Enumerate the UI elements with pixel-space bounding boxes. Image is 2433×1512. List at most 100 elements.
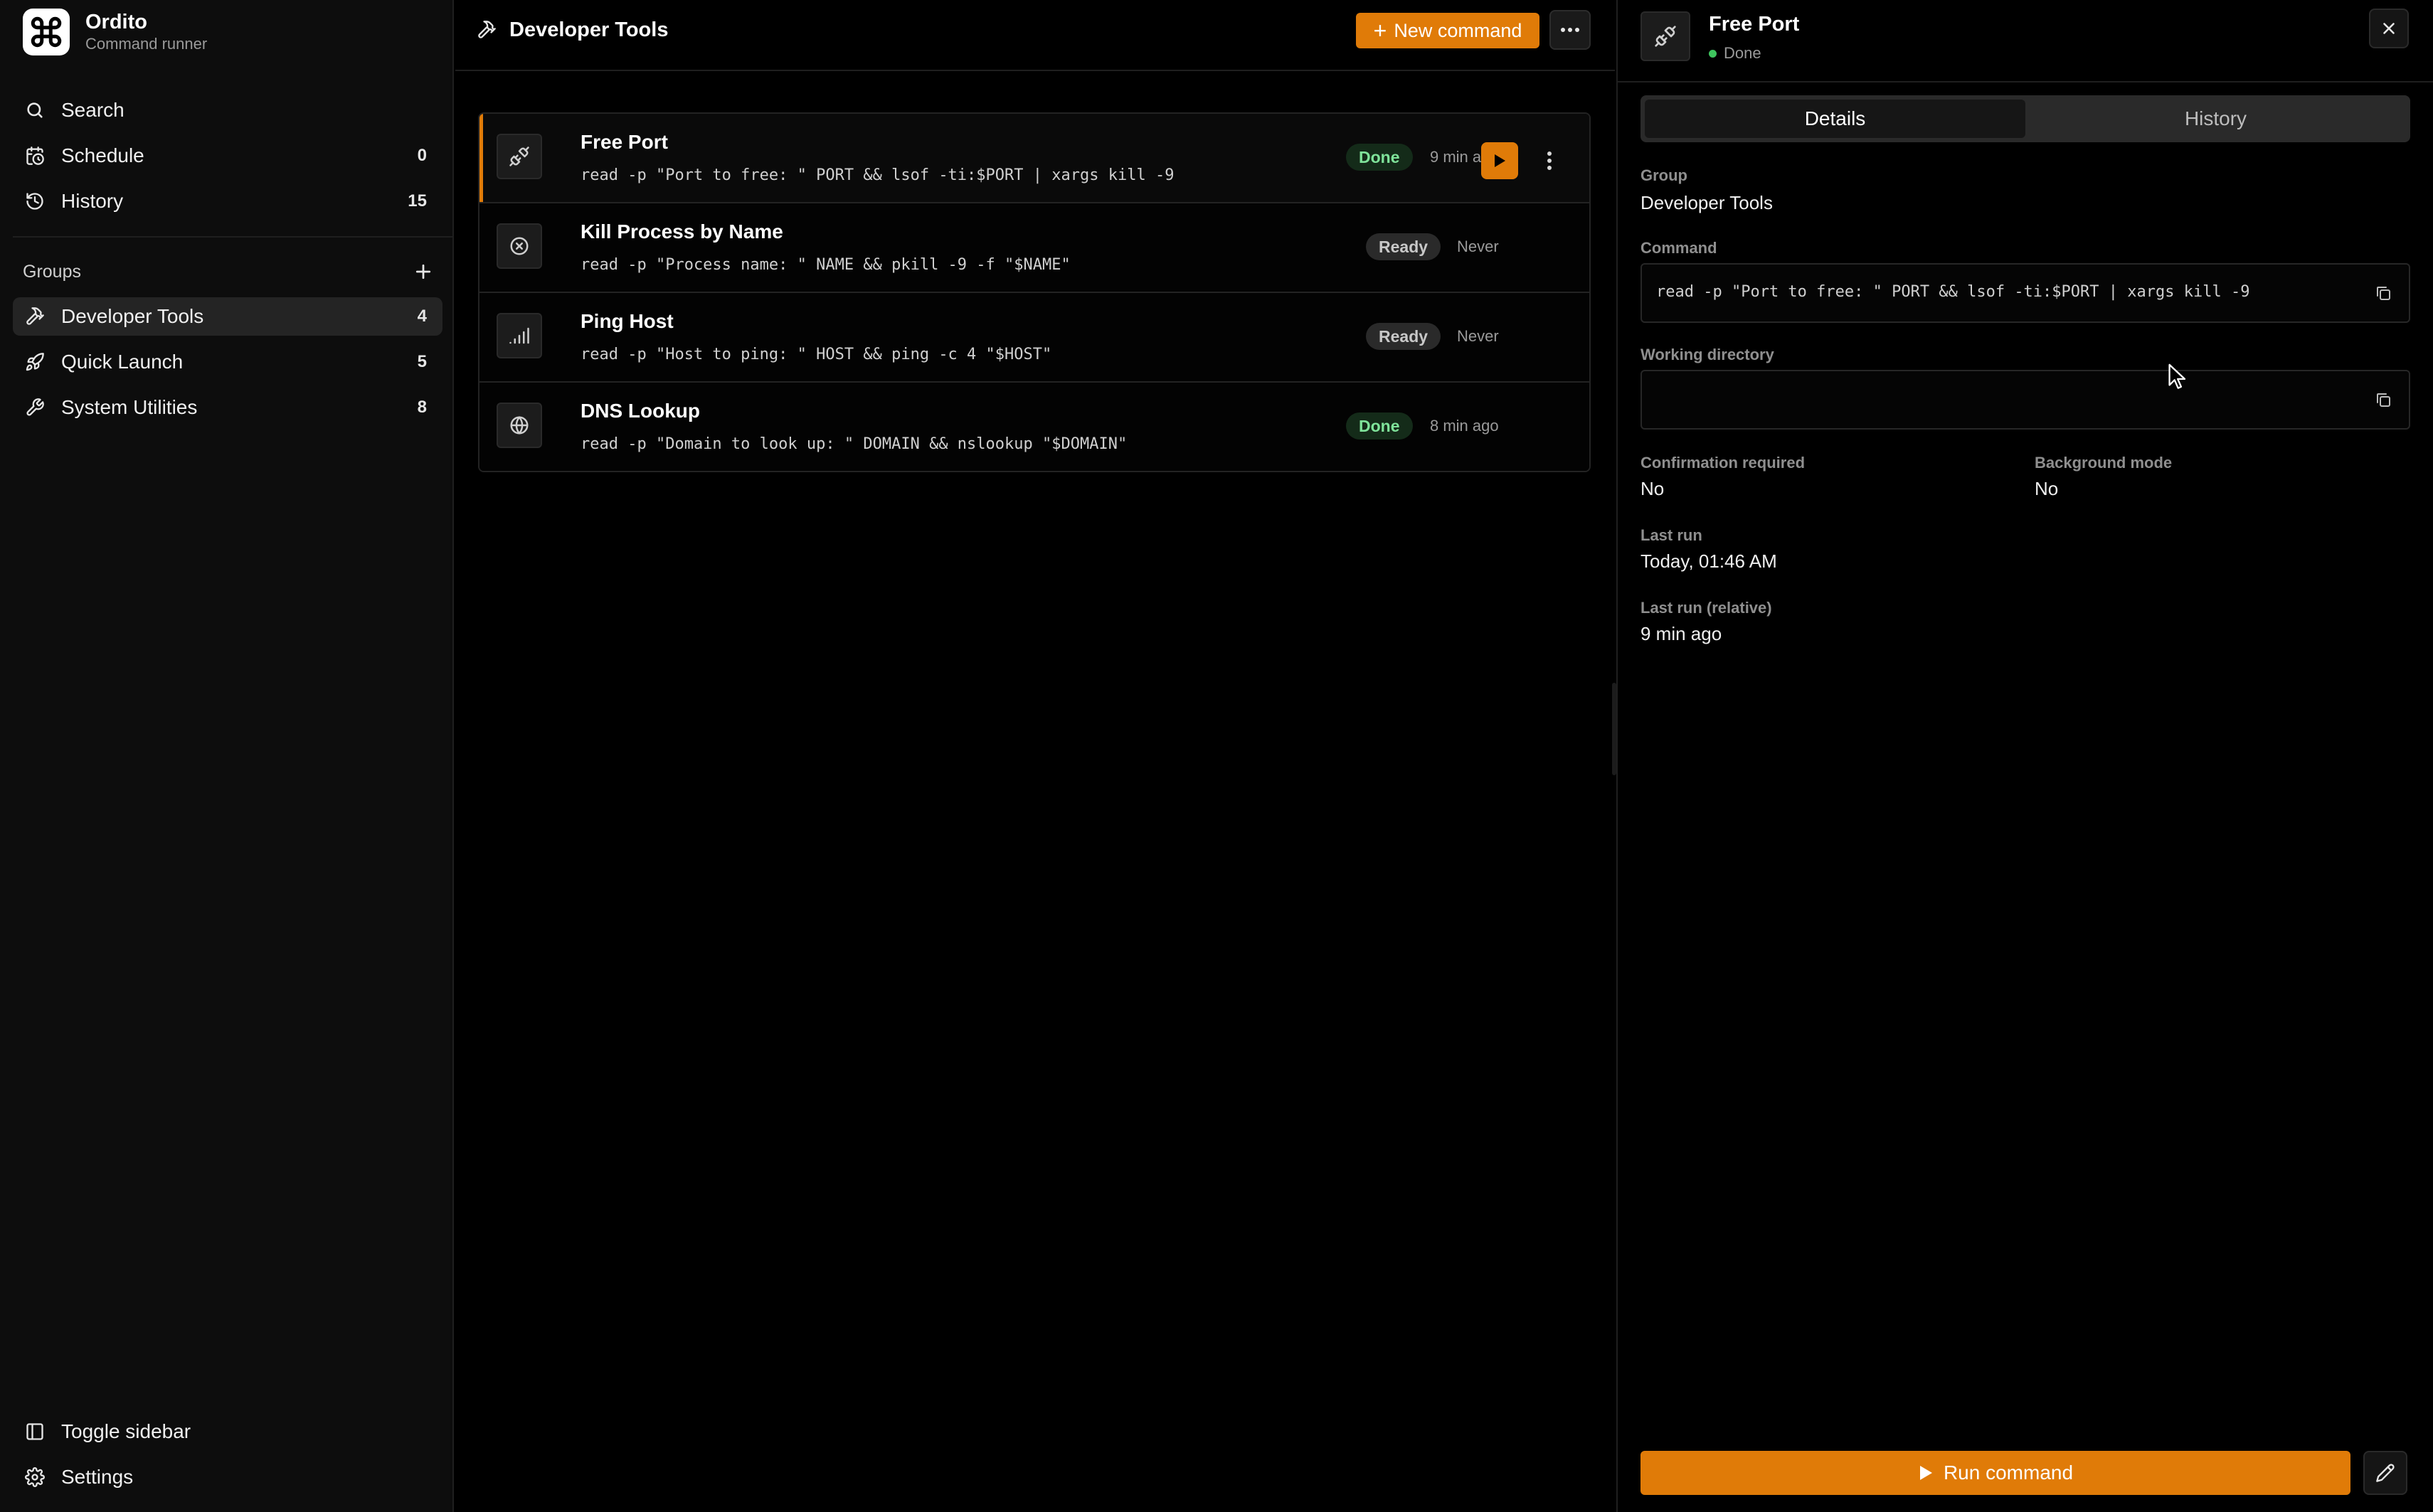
confirm-field-value: No (1640, 478, 1665, 499)
edit-command-button[interactable] (2363, 1451, 2407, 1495)
search-icon (23, 98, 47, 122)
hammer-icon (23, 304, 47, 329)
sidebar-group-developer-tools[interactable]: Developer Tools 4 (13, 297, 442, 336)
detail-title: Free Port (1709, 13, 1800, 36)
run-command-button[interactable]: Run command (1640, 1451, 2350, 1495)
play-icon (1919, 1466, 1932, 1480)
last-run-relative-label: Last run (relative) (1640, 599, 1772, 617)
run-command-button[interactable] (1481, 142, 1518, 179)
command-name: DNS Lookup (581, 400, 700, 422)
brand: Ordito Command runner (23, 9, 207, 55)
main-header: Developer Tools + New command (455, 0, 1615, 71)
last-run-field-value: Today, 01:46 AM (1640, 550, 1777, 572)
more-options-button[interactable] (1549, 10, 1591, 50)
command-text: read -p "Process name: " NAME && pkill -… (581, 256, 1071, 274)
command-menu-button[interactable] (1535, 142, 1564, 179)
new-command-label: New command (1394, 19, 1522, 41)
app-subtitle: Command runner (85, 35, 208, 53)
copy-icon (2377, 393, 2390, 407)
sidebar: Ordito Command runner Search Schedule 0 … (0, 0, 454, 1512)
rocket-icon (23, 350, 47, 374)
command-text: read -p "Port to free: " PORT && lsof -t… (581, 166, 1175, 184)
history-icon (23, 189, 47, 213)
add-group-button[interactable] (413, 261, 434, 282)
ellipsis-icon (1561, 28, 1579, 32)
status-badge: Done (1346, 412, 1413, 440)
group-count: 4 (417, 307, 427, 326)
sidebar-toggle-icon (23, 1420, 47, 1444)
calendar-clock-icon (23, 144, 47, 168)
globe-icon (497, 403, 542, 448)
new-command-button[interactable]: + New command (1356, 13, 1539, 48)
group-field-value: Developer Tools (1640, 192, 1773, 213)
command-field[interactable]: read -p "Port to free: " PORT && lsof -t… (1640, 263, 2410, 323)
command-text: read -p "Domain to look up: " DOMAIN && … (581, 435, 1128, 453)
hammer-icon (477, 20, 497, 40)
detail-status: Done (1709, 44, 1761, 63)
groups-header: Groups (23, 257, 434, 286)
nav-count: 15 (408, 191, 427, 211)
settings-button[interactable]: Settings (13, 1458, 442, 1496)
copy-workdir-button[interactable] (2372, 388, 2395, 411)
mouse-cursor-icon (2168, 363, 2186, 389)
vertical-ellipsis-icon (1547, 151, 1552, 170)
status-dot-icon (1709, 49, 1717, 58)
tab-details[interactable]: Details (1645, 100, 2025, 138)
command-name: Free Port (581, 131, 668, 153)
toggle-sidebar-button[interactable]: Toggle sidebar (13, 1412, 442, 1451)
last-run-relative-value: 9 min ago (1640, 623, 1722, 644)
workdir-field[interactable] (1640, 370, 2410, 430)
confirm-field-label: Confirmation required (1640, 454, 1806, 472)
close-button[interactable] (2369, 9, 2409, 48)
main-panel: Developer Tools + New command Free Port … (455, 0, 1615, 1512)
sidebar-divider (13, 236, 452, 238)
gear-icon (23, 1465, 47, 1489)
command-text: read -p "Host to ping: " HOST && ping -c… (581, 346, 1052, 363)
command-name: Ping Host (581, 310, 674, 332)
groups-label: Groups (23, 261, 81, 282)
plug-icon (497, 134, 542, 179)
command-row-ping-host[interactable]: Ping Host read -p "Host to ping: " HOST … (479, 293, 1589, 383)
command-name: Kill Process by Name (581, 220, 783, 243)
sidebar-group-quick-launch[interactable]: Quick Launch 5 (13, 343, 442, 381)
last-run-time: 8 min ago (1430, 417, 1499, 435)
signal-icon (497, 313, 542, 358)
sidebar-group-system-utilities[interactable]: System Utilities 8 (13, 388, 442, 427)
status-badge: Ready (1366, 233, 1441, 260)
command-row-kill-process[interactable]: Kill Process by Name read -p "Process na… (479, 203, 1589, 293)
copy-command-button[interactable] (2372, 282, 2395, 304)
close-icon (2383, 23, 2395, 34)
group-label: System Utilities (61, 396, 198, 418)
run-command-label: Run command (1943, 1462, 2074, 1484)
group-count: 8 (417, 398, 427, 417)
background-field-label: Background mode (2035, 454, 2173, 472)
plug-icon (1640, 11, 1690, 61)
app-logo-icon (23, 9, 70, 55)
nav-label: History (61, 190, 124, 212)
nav-label: Schedule (61, 144, 144, 166)
nav-history[interactable]: History 15 (13, 182, 442, 220)
plus-icon: + (1373, 18, 1387, 43)
command-row-dns-lookup[interactable]: DNS Lookup read -p "Domain to look up: "… (479, 383, 1589, 471)
settings-label: Settings (61, 1466, 134, 1488)
plus-icon (415, 264, 431, 279)
nav-count: 0 (417, 146, 427, 165)
page-title: Developer Tools (509, 18, 669, 41)
tab-history[interactable]: History (2025, 100, 2406, 138)
group-count: 5 (417, 352, 427, 371)
nav-schedule[interactable]: Schedule 0 (13, 137, 442, 175)
command-row-free-port[interactable]: Free Port read -p "Port to free: " PORT … (479, 114, 1589, 203)
detail-tabs: Details History (1640, 95, 2410, 142)
status-badge: Done (1346, 144, 1413, 171)
detail-panel: Free Port Done Details History Group Dev… (1616, 0, 2433, 1512)
group-label: Developer Tools (61, 305, 204, 327)
command-field-label: Command (1640, 239, 1717, 257)
nav-search[interactable]: Search (13, 91, 442, 129)
detail-status-text: Done (1724, 44, 1761, 62)
app-name: Ordito (85, 11, 147, 33)
command-field-value: read -p "Port to free: " PORT && lsof -t… (1656, 283, 2250, 301)
copy-icon (2377, 287, 2390, 300)
circle-x-icon (497, 223, 542, 269)
pencil-icon (2376, 1464, 2395, 1482)
group-field-label: Group (1640, 166, 1687, 184)
